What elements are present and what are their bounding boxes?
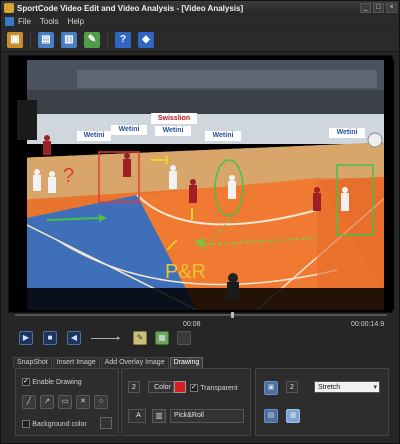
save-icon[interactable]: ▤ [264,409,278,423]
menu-tools[interactable]: Tools [40,17,59,26]
tab-strip: SnapShot Insert Image Add Overlay Image … [13,357,204,368]
total-time: 00:00:14.9 [351,321,385,328]
rectangle-tool-icon[interactable]: ▭ [58,395,72,409]
film-icon[interactable]: ▤ [38,31,54,48]
toolbar: ▣ ▤ ▥ ✎ ? ◆ [1,28,399,52]
drawing-style-panel: 2 Color Transparent A ▥ Pick&Roll [121,368,251,436]
image-overlay-panel: ▣ 2 Stretch ▾ ▤ ▦ [255,368,389,436]
volume-arrow-icon: ▸ [117,335,121,342]
toolbar-separator [107,32,108,47]
document-icon[interactable]: ▦ [286,409,300,423]
app-window: SportCode Video Edit and Video Analysis … [0,0,400,444]
snapshot-icon[interactable]: ✎ [133,331,147,345]
transparent-checkbox[interactable] [190,383,198,392]
line-width-field[interactable]: 2 [128,381,140,393]
stretch-select[interactable]: Stretch ▾ [314,381,380,393]
background-color-checkbox[interactable] [22,419,30,428]
font-button[interactable]: A [128,409,146,423]
app-menu-icon[interactable] [5,16,14,26]
chevron-down-icon[interactable]: ▾ [373,382,377,393]
menu-bar: File Tools Help [1,15,399,27]
menu-help[interactable]: Help [68,17,84,26]
transparent-label: Transparent [200,385,238,392]
enable-drawing-label: Enable Drawing [32,379,82,386]
transport-bar: ▶ ■ ◀ ▸ ✎ ▦ 00:08 00:00:14.9 [11,319,391,357]
enable-drawing-row: Enable Drawing [22,377,82,386]
open-icon[interactable]: ▣ [7,31,23,48]
toolbar-separator [30,32,31,47]
transparent-row: Transparent [190,383,238,392]
settings-icon[interactable]: ◆ [138,31,154,48]
drawing-enable-panel: Enable Drawing ╱ ↗ ▭ ✕ ○ Background colo… [15,368,119,436]
current-time: 00:08 [183,321,201,328]
image-insert-icon[interactable]: ▣ [264,381,278,395]
svg-text:?: ? [63,165,74,187]
app-icon [4,3,14,13]
clear-icon[interactable] [177,331,191,345]
volume-icon[interactable]: ◀ [67,331,81,345]
stop-icon[interactable]: ■ [43,331,57,345]
title-bar: SportCode Video Edit and Video Analysis … [1,1,399,15]
tab-insert-image[interactable]: Insert Image [52,357,100,368]
image-icon[interactable]: ▦ [155,331,169,345]
tab-snapshot[interactable]: SnapShot [13,357,52,368]
timeline-playhead[interactable] [231,312,234,318]
play-icon[interactable]: ▶ [19,331,33,345]
drawing-text-annotation: P&R [165,261,207,283]
text-tool-icon[interactable]: ▥ [152,409,166,423]
minimize-button[interactable]: _ [360,3,371,13]
volume-slider[interactable] [91,338,119,339]
menu-file[interactable]: File [18,17,31,26]
background-color-swatch[interactable] [100,417,112,429]
line-tool-icon[interactable]: ╱ [22,395,36,409]
color-button[interactable]: Color [148,381,174,393]
close-button[interactable]: × [386,3,397,13]
background-color-row: Background color [22,419,87,428]
tab-add-overlay-image[interactable]: Add Overlay Image [100,357,169,368]
cross-tool-icon[interactable]: ✕ [76,395,90,409]
video-player[interactable]: Swisslion Wetini Wetini Wetini Wetini We… [8,55,394,313]
video-frame[interactable]: Swisslion Wetini Wetini Wetini Wetini We… [17,60,394,310]
stretch-select-value: Stretch [318,384,341,391]
color-swatch[interactable] [174,381,186,393]
image-width-field[interactable]: 2 [286,381,298,393]
tab-drawing[interactable]: Drawing [169,357,204,368]
edit-icon[interactable]: ✎ [84,31,100,48]
ellipse-tool-icon[interactable]: ○ [94,395,108,409]
background-color-label: Background color [32,421,87,428]
enable-drawing-checkbox[interactable] [22,377,30,386]
timeline-slider[interactable] [15,312,387,318]
help-icon[interactable]: ? [115,31,131,48]
maximize-button[interactable]: □ [373,3,384,13]
film-strip-icon[interactable]: ▥ [61,31,77,48]
annotation-text-field[interactable]: Pick&Roll [170,409,244,423]
window-title: SportCode Video Edit and Video Analysis … [17,3,244,13]
arrow-tool-icon[interactable]: ↗ [40,395,54,409]
